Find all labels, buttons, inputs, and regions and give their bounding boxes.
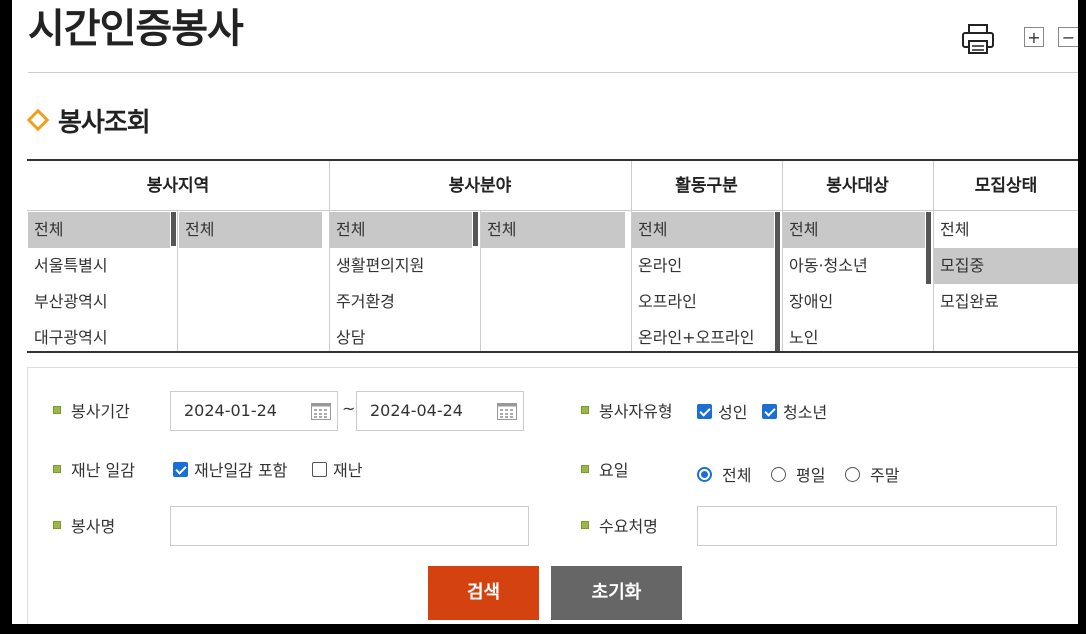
target-scrollbar[interactable] bbox=[926, 212, 931, 284]
region-sub-list[interactable]: 전체 bbox=[179, 212, 322, 248]
zoom-in-button[interactable]: + bbox=[1024, 27, 1044, 47]
status-list[interactable]: 전체 모집중 모집완료 bbox=[934, 212, 1078, 320]
name-label-text: 봉사명 bbox=[71, 517, 116, 536]
search-button[interactable]: 검색 bbox=[428, 566, 539, 620]
header-activity: 활동구분 bbox=[631, 161, 782, 211]
list-item[interactable]: 오프라인 bbox=[632, 284, 774, 320]
list-item[interactable]: 전체 bbox=[632, 212, 774, 248]
list-item[interactable]: 전체 bbox=[179, 212, 322, 248]
header-field: 봉사분야 bbox=[329, 161, 631, 211]
disaster-label-text: 재난 일감 bbox=[71, 461, 135, 480]
day-all-label: 전체 bbox=[722, 466, 752, 485]
activity-scrollbar[interactable] bbox=[775, 212, 780, 351]
end-date-input[interactable]: 2024-04-24 bbox=[356, 391, 524, 431]
checkbox-unchecked-icon[interactable] bbox=[312, 461, 327, 477]
list-item[interactable]: 부산광역시 bbox=[28, 284, 170, 320]
list-item[interactable]: 전체 bbox=[330, 212, 472, 248]
list-item[interactable]: 주거환경 bbox=[330, 284, 472, 320]
day-label-text: 요일 bbox=[599, 461, 629, 480]
checkbox-checked-icon[interactable] bbox=[697, 403, 712, 419]
end-date-value: 2024-04-24 bbox=[370, 401, 463, 420]
main-frame: 시간인증봉사 + − 봉사조회 봉사지역 봉사분야 활동구분 봉사대상 모집상태… bbox=[12, 0, 1078, 624]
day-all-radio[interactable]: 전체 bbox=[697, 462, 751, 486]
field-list[interactable]: 전체 생활편의지원 주거환경 상담 bbox=[330, 212, 472, 356]
name-label: 봉사명 bbox=[53, 513, 115, 537]
header-region: 봉사지역 bbox=[27, 161, 329, 211]
disaster-only-label: 재난 bbox=[333, 461, 363, 480]
period-label-text: 봉사기간 bbox=[71, 402, 130, 421]
bullet-icon bbox=[581, 406, 589, 414]
day-weekend-radio[interactable]: 주말 bbox=[845, 462, 899, 486]
section-title: 봉사조회 bbox=[58, 107, 151, 138]
start-date-value: 2024-01-24 bbox=[184, 401, 277, 420]
list-item[interactable]: 장애인 bbox=[783, 284, 925, 320]
list-item[interactable]: 전체 bbox=[481, 212, 625, 248]
list-item[interactable]: 노인 bbox=[783, 320, 925, 356]
list-item[interactable]: 아동·청소년 bbox=[783, 248, 925, 284]
disaster-include-label: 재난일감 포함 bbox=[194, 461, 288, 480]
date-separator: ~ bbox=[342, 399, 356, 418]
title-divider bbox=[28, 72, 1078, 73]
adult-checkbox[interactable]: 성인 bbox=[697, 399, 747, 423]
field-sub-list[interactable]: 전체 bbox=[481, 212, 625, 248]
bullet-icon bbox=[53, 465, 61, 473]
list-item[interactable]: 모집완료 bbox=[934, 284, 1078, 320]
bullet-icon bbox=[53, 521, 61, 529]
region-list[interactable]: 전체 서울특별시 부산광역시 대구광역시 bbox=[28, 212, 170, 356]
org-input[interactable] bbox=[697, 506, 1057, 546]
name-input[interactable] bbox=[170, 506, 529, 546]
disaster-only-checkbox[interactable]: 재난 bbox=[312, 457, 362, 481]
list-item[interactable]: 서울특별시 bbox=[28, 248, 170, 284]
org-label-text: 수요처명 bbox=[599, 517, 658, 536]
list-item[interactable]: 대구광역시 bbox=[28, 320, 170, 356]
diamond-bullet-icon bbox=[26, 108, 50, 132]
section-header: 봉사조회 bbox=[26, 103, 151, 138]
youth-checkbox-label: 청소년 bbox=[783, 403, 828, 422]
volunteer-type-label: 봉사자유형 bbox=[581, 398, 673, 422]
calendar-icon[interactable] bbox=[497, 403, 517, 420]
checkbox-checked-icon[interactable] bbox=[762, 403, 777, 419]
list-item[interactable]: 생활편의지원 bbox=[330, 248, 472, 284]
bullet-icon bbox=[53, 406, 61, 414]
day-weekday-label: 평일 bbox=[796, 466, 826, 485]
start-date-input[interactable]: 2024-01-24 bbox=[170, 391, 338, 431]
day-label: 요일 bbox=[581, 457, 628, 481]
list-item[interactable]: 온라인 bbox=[632, 248, 774, 284]
reset-button[interactable]: 초기화 bbox=[551, 566, 682, 620]
bullet-icon bbox=[581, 521, 589, 529]
list-item[interactable]: 전체 bbox=[783, 212, 925, 248]
region-scrollbar[interactable] bbox=[171, 212, 176, 246]
radio-icon[interactable] bbox=[845, 466, 860, 482]
list-item[interactable]: 전체 bbox=[934, 212, 1078, 248]
list-item[interactable]: 상담 bbox=[330, 320, 472, 356]
zoom-out-button[interactable]: − bbox=[1058, 27, 1078, 47]
youth-checkbox[interactable]: 청소년 bbox=[762, 399, 827, 423]
divider bbox=[177, 211, 178, 351]
disaster-include-checkbox[interactable]: 재난일감 포함 bbox=[173, 457, 287, 481]
radio-icon[interactable] bbox=[771, 466, 786, 482]
volunteer-type-label-text: 봉사자유형 bbox=[599, 402, 673, 421]
list-item[interactable]: 전체 bbox=[28, 212, 170, 248]
list-item[interactable]: 모집중 bbox=[934, 248, 1078, 284]
list-item[interactable]: 온라인+오프라인 bbox=[632, 320, 774, 356]
field-scrollbar[interactable] bbox=[473, 212, 478, 246]
header-status: 모집상태 bbox=[933, 161, 1078, 211]
bullet-icon bbox=[581, 465, 589, 473]
radio-selected-icon[interactable] bbox=[697, 466, 712, 482]
day-weekend-label: 주말 bbox=[870, 466, 900, 485]
activity-list[interactable]: 전체 온라인 오프라인 온라인+오프라인 bbox=[632, 212, 774, 356]
checkbox-checked-icon[interactable] bbox=[173, 461, 188, 477]
disaster-label: 재난 일감 bbox=[53, 457, 135, 481]
org-label: 수요처명 bbox=[581, 513, 658, 537]
period-label: 봉사기간 bbox=[53, 398, 130, 422]
filter-table: 봉사지역 봉사분야 활동구분 봉사대상 모집상태 전체 서울특별시 부산광역시 … bbox=[27, 159, 1078, 353]
header-target: 봉사대상 bbox=[782, 161, 933, 211]
calendar-icon[interactable] bbox=[311, 403, 331, 420]
page-title: 시간인증봉사 bbox=[28, 6, 244, 52]
print-icon[interactable] bbox=[961, 22, 995, 56]
adult-checkbox-label: 성인 bbox=[718, 403, 748, 422]
day-weekday-radio[interactable]: 평일 bbox=[771, 462, 825, 486]
target-list[interactable]: 전체 아동·청소년 장애인 노인 bbox=[783, 212, 925, 356]
